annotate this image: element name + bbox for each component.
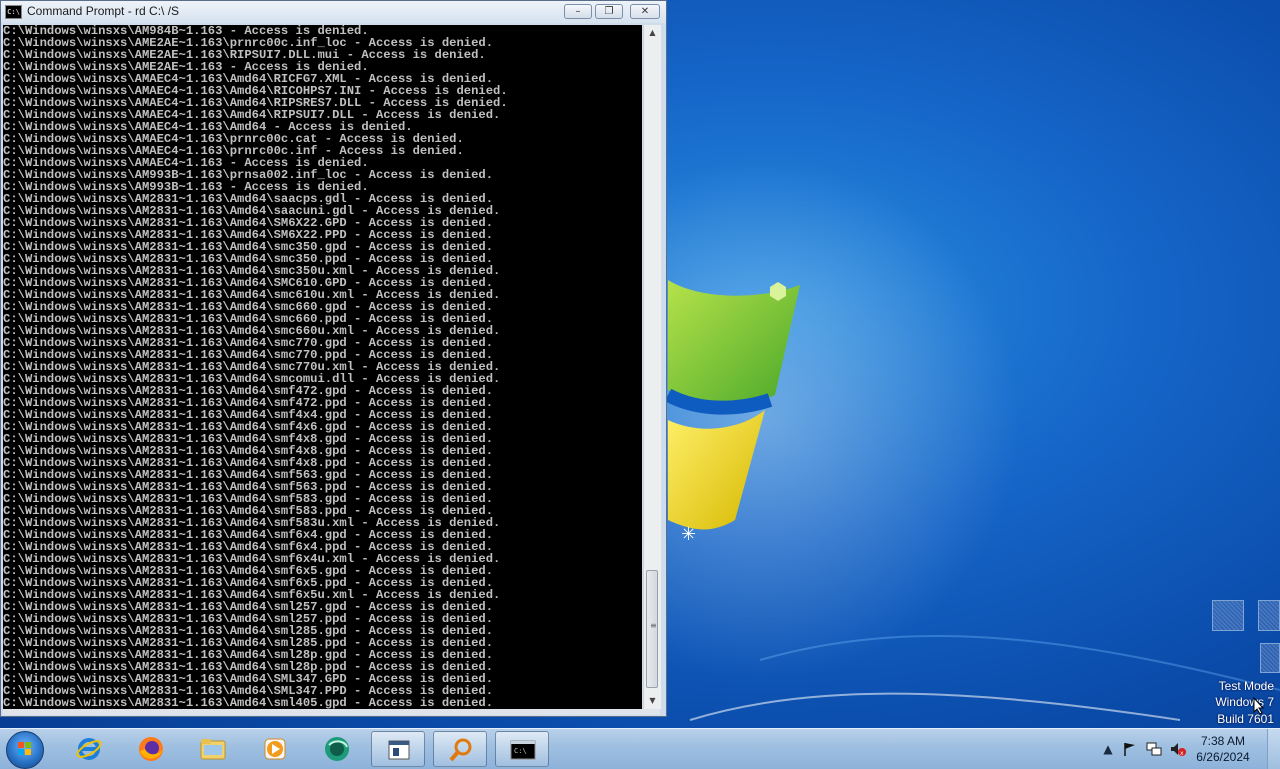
- magnifier-icon: [449, 738, 472, 762]
- command-prompt-window: C:\ Command Prompt - rd C:\ /S – ❐ ✕ C:\…: [0, 0, 667, 717]
- desktop-tile[interactable]: [1260, 643, 1280, 673]
- show-desktop-button[interactable]: [1267, 729, 1280, 769]
- taskbar-command-prompt[interactable]: C:\: [495, 731, 549, 767]
- console-text: C:\Windows\winsxs\AM984B~1.163 - Access …: [3, 25, 642, 709]
- maximize-button[interactable]: ❐: [595, 4, 623, 19]
- action-center-flag-icon[interactable]: [1122, 741, 1138, 757]
- command-prompt-icon: C:\: [510, 740, 536, 760]
- folder-icon: [200, 739, 226, 760]
- console-output[interactable]: C:\Windows\winsxs\AM984B~1.163 - Access …: [3, 25, 642, 709]
- window-bottom-border: [3, 709, 660, 715]
- svg-text:✳: ✳: [681, 524, 696, 545]
- window-app-icon: [388, 740, 410, 760]
- taskbar-window-app[interactable]: [371, 731, 425, 767]
- scroll-down-arrow-icon[interactable]: ▼: [644, 693, 661, 709]
- watermark-test-mode: Test Mode: [1218, 679, 1274, 693]
- volume-muted-icon[interactable]: x: [1170, 741, 1186, 757]
- system-tray: ▲ x 7:38 AM 6/26/2024: [1096, 729, 1280, 769]
- clock-time: 7:38 AM: [1200, 734, 1246, 748]
- desktop-tile[interactable]: [1258, 600, 1280, 631]
- watermark-build: Build 7601: [1217, 712, 1274, 726]
- globe-icon: [325, 737, 349, 761]
- clock-date: 6/26/2024: [1196, 750, 1250, 764]
- clock[interactable]: 7:38 AM 6/26/2024: [1188, 733, 1258, 765]
- taskbar-search-app[interactable]: [433, 731, 487, 767]
- desktop-tile[interactable]: [1212, 600, 1244, 631]
- svg-text:C:\: C:\: [514, 747, 527, 755]
- taskbar-file-explorer[interactable]: [186, 731, 240, 767]
- scroll-up-arrow-icon[interactable]: ▲: [644, 25, 661, 41]
- console-app-icon[interactable]: C:\: [5, 5, 22, 19]
- taskbar-firefox[interactable]: [124, 731, 178, 767]
- internet-explorer-icon: [76, 738, 102, 760]
- window-title: Command Prompt - rd C:\ /S: [27, 4, 180, 18]
- taskbar-internet-explorer[interactable]: [62, 731, 116, 767]
- taskbar: C:\ ▲ x 7:38 AM 6/26/2024: [0, 728, 1280, 769]
- mouse-cursor-icon: [1253, 697, 1265, 715]
- minimize-button[interactable]: –: [564, 4, 592, 19]
- close-button[interactable]: ✕: [630, 4, 660, 19]
- scroll-thumb[interactable]: ≡: [646, 570, 658, 688]
- start-button[interactable]: [6, 731, 44, 769]
- taskbar-globe-app[interactable]: [310, 731, 364, 767]
- firefox-icon: [139, 737, 163, 761]
- console-line: C:\Windows\winsxs\AM2831~1.163\Amd64\sml…: [3, 696, 494, 709]
- title-bar[interactable]: C:\ Command Prompt - rd C:\ /S – ❐ ✕: [1, 1, 666, 23]
- grip-icon: ≡: [650, 621, 657, 630]
- svg-text:x: x: [1180, 750, 1184, 757]
- media-player-icon: [264, 738, 286, 760]
- taskbar-media-player[interactable]: [248, 731, 302, 767]
- show-hidden-icons-icon[interactable]: ▲: [1100, 741, 1116, 757]
- windows-flag-icon: [18, 742, 31, 755]
- network-icon[interactable]: [1146, 741, 1162, 757]
- vertical-scrollbar[interactable]: ▲ ≡ ▼: [643, 25, 661, 709]
- watermark-os-name: Windows 7: [1215, 695, 1274, 709]
